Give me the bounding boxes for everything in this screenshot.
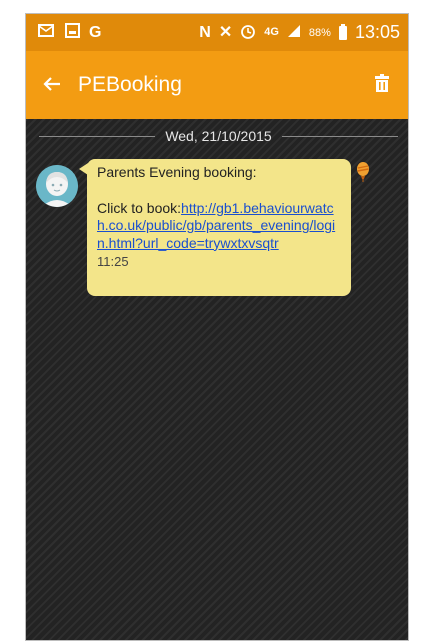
- message-prompt: Click to book:: [97, 199, 182, 216]
- person-icon: [36, 165, 78, 207]
- status-bar: G N ✕ 4G 88% 13:05: [26, 14, 408, 51]
- mute-icon: ✕: [218, 23, 233, 41]
- google-icon: G: [89, 23, 102, 41]
- system-icons: N ✕ 4G 88% 13:05: [199, 22, 408, 43]
- delete-button[interactable]: [372, 73, 392, 97]
- phone-screen: G N ✕ 4G 88% 13:05 PEBooking Wed, 21/10/…: [25, 13, 409, 641]
- balloon-icon: [356, 162, 370, 182]
- message-bubble[interactable]: Parents Evening booking: Click to book:h…: [79, 159, 351, 296]
- message-title: Parents Evening booking:: [97, 164, 257, 180]
- date-divider: Wed, 21/10/2015: [39, 127, 399, 145]
- back-button[interactable]: [26, 51, 78, 119]
- battery-percent: 88%: [308, 26, 331, 39]
- contact-avatar[interactable]: [36, 165, 78, 207]
- message-icon: [38, 23, 56, 42]
- image-icon: [65, 23, 80, 42]
- trash-icon: [374, 73, 390, 97]
- bubble-tail: [79, 163, 88, 175]
- back-arrow-icon: [43, 72, 61, 98]
- message-time: 11:25: [97, 254, 129, 269]
- conversation-title: PEBooking: [78, 73, 182, 96]
- nfc-icon: N: [199, 23, 211, 41]
- divider-line: [281, 135, 399, 137]
- message-body: Click to book:http://gb1.behaviourwatch.…: [97, 200, 341, 253]
- 4g-icon: 4G: [264, 26, 279, 38]
- signal-icon: [287, 24, 301, 42]
- divider-line: [39, 135, 156, 137]
- app-bar: PEBooking: [26, 51, 408, 119]
- battery-icon: [338, 23, 347, 40]
- date-label: Wed, 21/10/2015: [165, 128, 272, 144]
- notification-icons: G: [26, 23, 101, 42]
- alarm-icon: [240, 23, 256, 43]
- message-list[interactable]: Wed, 21/10/2015 Parents Evening booking:…: [26, 119, 408, 640]
- clock: 13:05: [354, 22, 400, 42]
